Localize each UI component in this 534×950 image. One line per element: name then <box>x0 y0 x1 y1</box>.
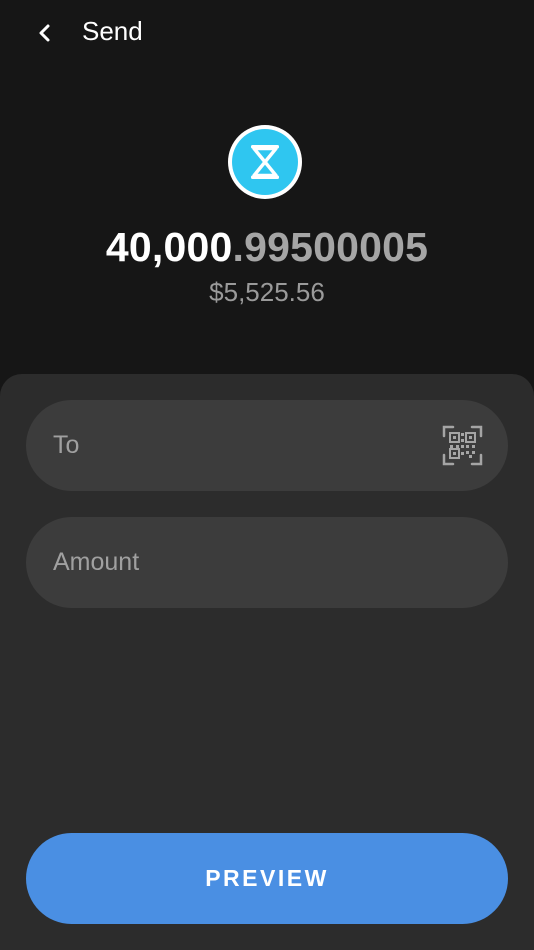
balance-decimal: .99500005 <box>232 224 429 270</box>
token-logo <box>226 123 304 201</box>
page-title: Send <box>82 16 143 46</box>
recipient-field[interactable]: To <box>26 400 508 491</box>
send-form-sheet: To Amount PREVIEW <box>0 374 534 950</box>
preview-button[interactable]: PREVIEW <box>26 833 508 924</box>
qr-code-icon <box>442 425 483 466</box>
header: Send <box>0 0 534 64</box>
amount-field[interactable]: Amount <box>26 517 508 608</box>
back-button[interactable] <box>22 10 68 56</box>
recipient-placeholder: To <box>53 431 80 459</box>
fiat-value: $5,525.56 <box>209 277 325 307</box>
scan-qr-button[interactable] <box>442 425 483 466</box>
token-balance: 40,000.99500005 <box>0 222 534 272</box>
hourglass-token-icon <box>228 125 302 199</box>
chevron-left-icon <box>39 24 50 42</box>
amount-placeholder: Amount <box>53 548 140 576</box>
balance-integer: 40,000 <box>105 224 233 270</box>
send-screen: Send 40,000.99500005 $5,525.56 To Amount… <box>0 0 534 950</box>
